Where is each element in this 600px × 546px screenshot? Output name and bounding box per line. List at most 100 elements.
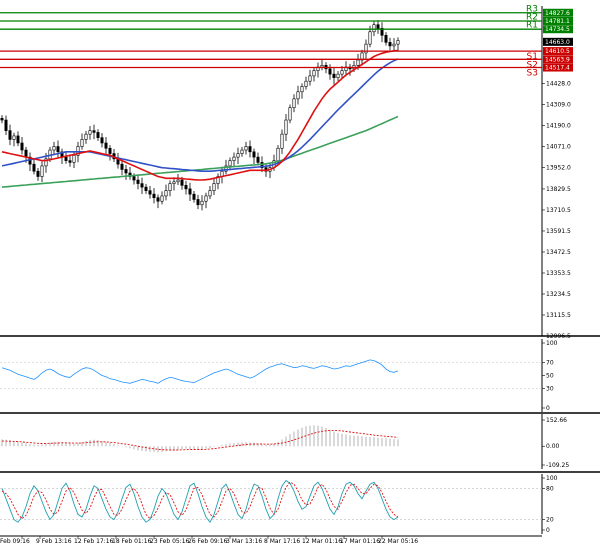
price-axis-tick-label: 14190.0 [546,122,571,129]
candle-body [232,156,236,161]
candle-body [80,139,84,147]
candle-body [148,190,152,195]
price-axis-tick-label: 13353.5 [546,270,571,277]
candle-body [292,98,296,108]
candle-body [392,43,396,47]
candle-body [300,86,304,93]
candle-body [96,132,100,138]
candle-body [176,179,180,183]
candle-body [368,31,372,45]
candle-body [192,193,196,200]
candle-body [8,130,12,140]
main-price-panel: 14428.0 14309.0 14190.0 14071.0 13952.0 13829… [0,4,600,340]
candle-body [396,40,400,45]
candle-body [152,193,156,198]
level-tag-text-r1: 14734.5 [545,26,570,33]
level-tag-text-s1: 14610.5 [545,48,570,55]
candle-body [244,146,248,151]
level-label-r1: R1 [526,21,538,31]
rsi-axis-tick-label: 30 [546,386,554,393]
candle-body [200,200,204,206]
level-tag-text-r3: 14827.6 [545,10,570,17]
candle-body [184,185,188,190]
candle-body [204,195,208,202]
candle-body [384,35,388,43]
time-tick-label: 12 Feb 17:16 [74,538,114,545]
candle-body [336,73,340,78]
candle-body [88,130,92,135]
rsi-panel: 100 70 50 30 0 [0,339,600,414]
price-axis-tick-label: 13115.5 [546,312,571,319]
candle-body [124,169,128,174]
candle-body [388,42,392,47]
candle-body [304,80,308,87]
candle-body [180,179,184,186]
candle-body [172,181,176,184]
time-tick-label: 12 Mar 01:16 [302,538,342,545]
level-tag-text-s2: 14563.9 [545,56,570,63]
price-axis-tick-label: 13234.5 [546,291,571,298]
price-chart: 14428.0 14309.0 14190.0 14071.0 13952.0 13829… [0,4,600,545]
price-axis-tick-label: 14309.0 [546,101,571,108]
candle-body [144,186,148,191]
candle-body [168,183,172,191]
candle-body [0,117,4,121]
time-tick-label: 3 Mar 13:16 [226,538,262,545]
candle-body [248,146,252,153]
rsi-line [1,359,399,384]
candle-body [120,163,124,170]
candle-body [56,146,60,153]
stoch-axis-tick-label: 100 [546,475,558,482]
candle-body [332,73,336,78]
time-tick-label: 23 Feb 05:16 [150,538,190,545]
macd-axis-tick-label: 0.00 [546,443,560,450]
candle-body [284,119,288,135]
time-axis: Feb 09:16 9 Feb 13:16 12 Feb 17:1618 Feb 0… [0,535,542,545]
time-tick-label: 26 Feb 09:16 [188,538,228,545]
time-tick-label: 18 Feb 01:16 [112,538,152,545]
candle-body [104,142,108,149]
candle-body [24,149,28,158]
macd-axis-tick-label: -109.25 [546,462,569,469]
price-axis-tick-label: 12996.5 [546,333,571,340]
price-axis-tick-label: 13710.5 [546,207,571,214]
candle-body [132,176,136,181]
candle-body [40,165,44,177]
rsi-axis-tick-label: 0 [546,405,550,412]
macd-axis-tick-label: 152.66 [546,417,567,424]
stoch-axis-tick-label: 20 [546,517,554,524]
rsi-axis-tick-label: 100 [546,340,558,347]
stoch-axis-tick-label: 0 [546,527,550,534]
candle-body [108,147,112,154]
candle-body [136,179,140,184]
candle-body [72,155,76,163]
candle-body [376,24,380,29]
candle-body [100,137,104,144]
candle-body [16,135,20,144]
rsi-axis-tick-label: 50 [546,373,554,380]
candle-body [356,59,360,66]
price-axis-tick-label: 13829.5 [546,186,571,193]
candle-body [252,151,256,158]
candle-body [312,70,316,77]
rsi-axis-tick-label: 70 [546,360,554,367]
time-tick-label: 17 Mar 01:16 [340,538,380,545]
candle-body [308,75,312,82]
ma-fast-line [1,49,399,181]
price-axis-tick-label: 14428.0 [546,80,571,87]
price-axis-tick-label: 13591.5 [546,228,571,235]
candle-body [320,65,324,68]
time-tick-label: Feb 09:16 [0,538,30,545]
candle-body [52,146,56,151]
stochastic-panel: 100 80 20 0 [0,474,558,534]
candle-body [160,195,164,202]
time-tick-label: 9 Feb 13:16 [36,538,72,545]
level-label-s3: S3 [527,69,538,79]
candle-body [256,156,260,163]
candle-body [164,190,168,197]
stoch-k-line [1,479,399,524]
price-axis-tick-label: 13952.0 [546,164,571,171]
price-axis-tick-label: 14071.0 [546,143,571,150]
candle-body [84,133,88,140]
candle-body [196,199,200,206]
